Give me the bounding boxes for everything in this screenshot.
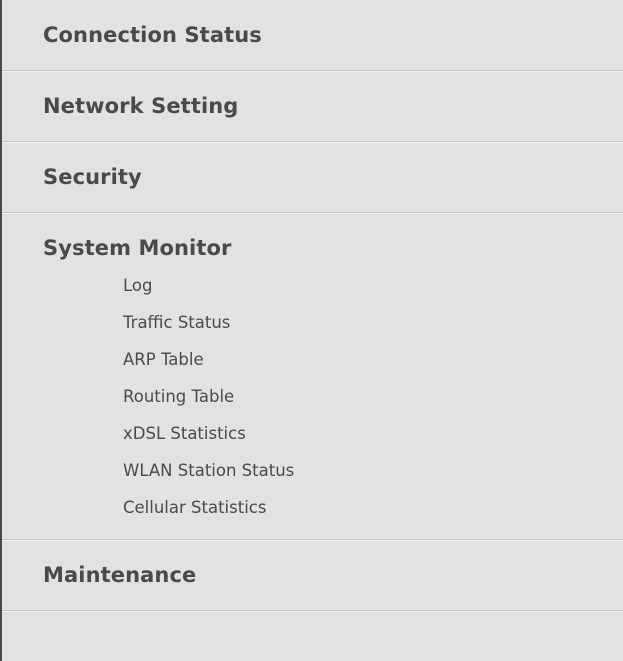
- menu-header-maintenance[interactable]: Maintenance: [2, 540, 623, 610]
- submenu-item-log[interactable]: Log: [2, 267, 623, 304]
- submenu-item-xdsl-statistics[interactable]: xDSL Statistics: [2, 415, 623, 452]
- side-navigation-menu: Connection Status Network Setting Securi…: [0, 0, 623, 661]
- menu-section-system-monitor: System Monitor Log Traffic Status ARP Ta…: [2, 213, 623, 540]
- menu-header-security[interactable]: Security: [2, 142, 623, 212]
- menu-header-network-setting[interactable]: Network Setting: [2, 71, 623, 141]
- submenu-item-traffic-status[interactable]: Traffic Status: [2, 304, 623, 341]
- submenu-item-arp-table[interactable]: ARP Table: [2, 341, 623, 378]
- menu-section-security: Security: [2, 142, 623, 213]
- submenu-item-routing-table[interactable]: Routing Table: [2, 378, 623, 415]
- submenu-item-wlan-station-status[interactable]: WLAN Station Status: [2, 452, 623, 489]
- system-monitor-submenu: Log Traffic Status ARP Table Routing Tab…: [2, 267, 623, 539]
- menu-section-maintenance: Maintenance: [2, 540, 623, 611]
- menu-section-network-setting: Network Setting: [2, 71, 623, 142]
- menu-section-connection-status: Connection Status: [2, 0, 623, 71]
- menu-header-connection-status[interactable]: Connection Status: [2, 0, 623, 70]
- submenu-item-cellular-statistics[interactable]: Cellular Statistics: [2, 489, 623, 526]
